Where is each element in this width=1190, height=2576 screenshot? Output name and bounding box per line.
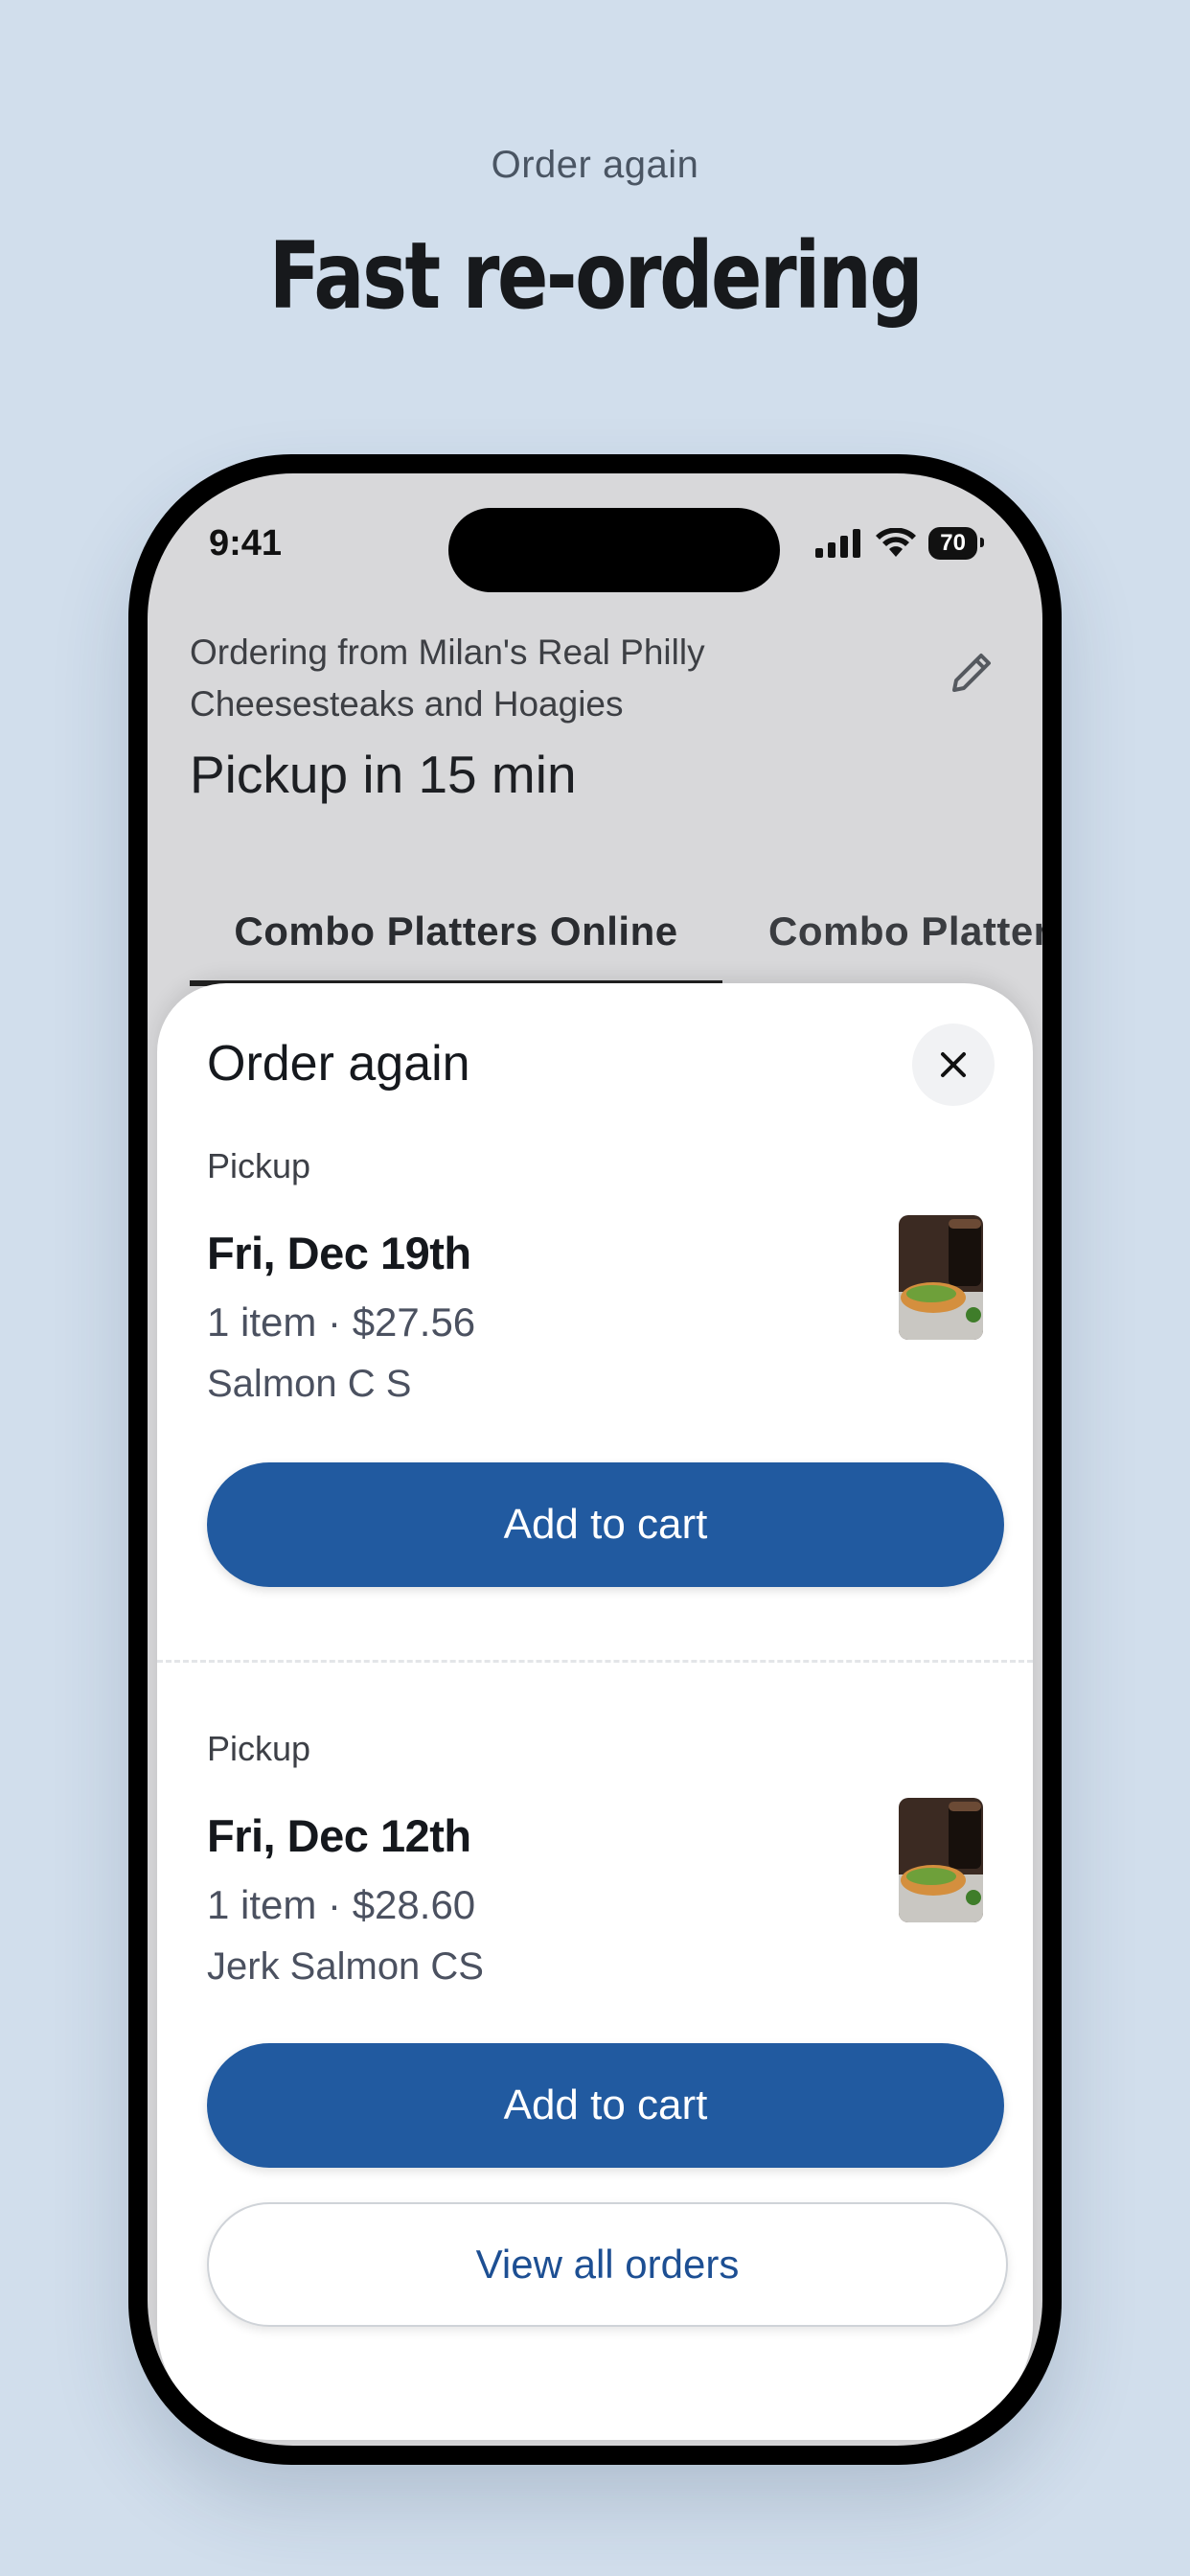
order-items: Jerk Salmon CS [207,1945,484,1988]
status-icons: 70 [815,527,984,560]
order-again-sheet: Order again Pickup Fri, Dec 19th 1 item … [157,983,1033,2440]
dynamic-island [448,508,780,592]
pencil-icon[interactable] [943,644,1000,702]
order-mode: Pickup [207,1729,311,1768]
order-date: Fri, Dec 12th [207,1810,471,1861]
signal-icon [815,529,861,558]
order-card: Pickup Fri, Dec 19th 1 item · $27.56 Sal… [207,1146,1004,1664]
tab-combo-platters-online[interactable]: Combo Platters Online [190,876,722,986]
close-button[interactable] [912,1024,995,1106]
order-items: Salmon C S [207,1363,412,1405]
phone-frame: 9:41 70 Ordering from Milan's Real Phill… [128,454,1062,2465]
wifi-icon [876,528,917,557]
tab-combo-platters[interactable]: Combo Platters [768,876,1042,986]
order-date: Fri, Dec 19th [207,1228,471,1278]
food-thumbnail [899,1798,983,1922]
view-all-orders-button[interactable]: View all orders [207,2202,1008,2327]
pickup-time[interactable]: Pickup in 15 min [190,744,577,805]
order-summary: 1 item · $28.60 [207,1882,476,1927]
order-card: Pickup Fri, Dec 12th 1 item · $28.60 Jer… [207,1729,1004,2208]
battery-icon: 70 [928,527,984,560]
order-mode: Pickup [207,1146,311,1185]
ordering-from-text: Ordering from Milan's Real Philly Cheese… [190,632,705,724]
add-to-cart-button[interactable]: Add to cart [207,2043,1004,2168]
order-summary: 1 item · $27.56 [207,1300,476,1345]
add-to-cart-button[interactable]: Add to cart [207,1462,1004,1587]
close-icon [941,1052,966,1077]
promo-kicker: Order again [491,144,699,186]
order-divider [157,1660,1033,1663]
promo-title: Fast re-ordering [268,222,924,330]
status-time: 9:41 [209,523,283,564]
food-thumbnail [899,1215,983,1340]
phone-screen: 9:41 70 Ordering from Milan's Real Phill… [148,473,1042,2446]
category-tabs: Combo Platters Online Combo Platters [190,876,1042,986]
sheet-title: Order again [207,1036,470,1092]
